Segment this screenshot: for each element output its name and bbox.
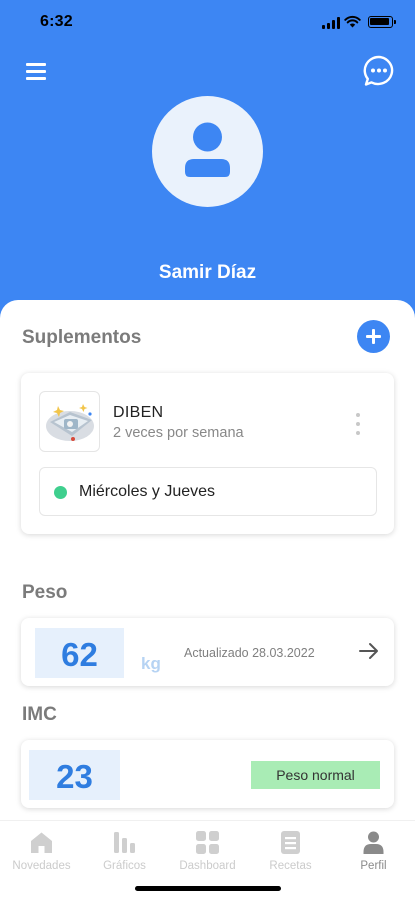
imc-value-box: 23 [29,750,120,800]
bar-chart-icon [114,832,135,853]
add-supplement-button[interactable] [357,320,390,353]
wifi-icon [344,15,361,28]
supplement-days: Miércoles y Jueves [39,467,377,516]
weight-value: 62 [61,636,98,673]
chat-icon[interactable] [362,54,396,88]
tab-graficos[interactable]: Gráficos [83,825,166,879]
weight-updated-date: Actualizado 28.03.2022 [184,646,315,660]
menu-button[interactable] [24,60,48,82]
weight-title: Peso [22,582,68,603]
tab-label: Recetas [269,860,312,872]
tab-recetas[interactable]: Recetas [249,825,332,879]
more-options-icon[interactable] [351,411,365,437]
weight-unit: kg [141,654,161,673]
supplement-frequency: 2 veces por semana [113,425,244,441]
profile-header: 6:32 Samir Díaz [0,0,415,320]
imc-card[interactable]: 23 Peso normal [21,740,394,808]
supplement-name: DIBEN [113,404,164,421]
imc-title: IMC [22,704,57,725]
person-icon [363,831,384,854]
supplement-days-label: Miércoles y Jueves [79,483,216,500]
home-icon [31,832,52,853]
tab-dashboard[interactable]: Dashboard [166,825,249,879]
avatar[interactable] [152,96,263,207]
recipe-book-icon [281,831,300,854]
tab-label: Dashboard [179,860,236,872]
imc-value: 23 [56,758,93,795]
supplement-card[interactable]: DIBEN 2 veces por semana Miércoles y Jue… [21,373,394,534]
arrow-right-icon[interactable] [358,641,380,661]
weight-value-box: 62 [35,628,124,678]
battery-icon [368,16,396,28]
tab-label: Gráficos [103,860,146,872]
tab-perfil[interactable]: Perfil [332,825,415,879]
user-name: Samir Díaz [158,262,257,283]
status-time: 6:32 [40,13,73,30]
status-bar: 6:32 [0,0,415,44]
status-dot [54,486,67,499]
tab-novedades[interactable]: Novedades [0,825,83,879]
home-indicator [135,886,281,891]
status-badge: Peso normal [251,761,380,789]
weight-card[interactable]: 62 kg Actualizado 28.03.2022 [21,618,394,686]
cellular-signal-icon [322,17,340,29]
supplements-title: Suplementos [22,327,142,348]
tab-label: Perfil [360,860,387,872]
supplement-image [39,391,100,452]
person-icon [185,122,230,177]
tab-label: Novedades [12,860,71,872]
grid-icon [196,831,219,854]
